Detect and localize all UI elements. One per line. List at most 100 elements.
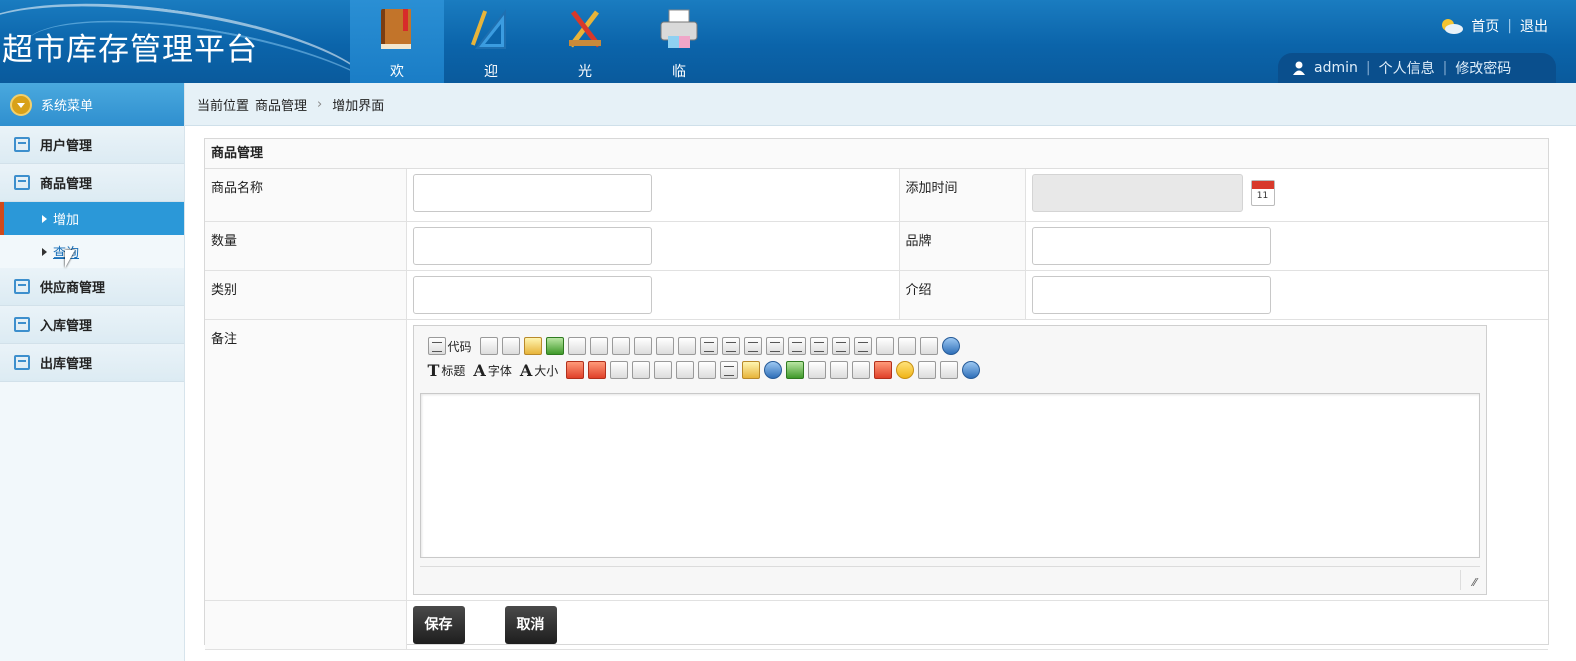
chat-icon — [14, 175, 30, 190]
unlink-icon[interactable] — [940, 361, 959, 379]
sidebar-subitem-add[interactable]: 增加 — [0, 202, 184, 235]
table-icon[interactable] — [808, 361, 827, 379]
bold-icon[interactable] — [610, 361, 629, 379]
edit-icon — [14, 279, 30, 294]
print-icon[interactable] — [567, 337, 586, 355]
undo-icon[interactable] — [523, 337, 542, 355]
intro-input[interactable] — [1031, 276, 1271, 314]
mouse-cursor-icon — [65, 250, 75, 268]
code-button[interactable]: 代码 — [427, 337, 472, 355]
horizontal-rule-icon[interactable] — [874, 361, 893, 379]
info-icon[interactable] — [962, 361, 981, 379]
time-icon[interactable] — [941, 337, 960, 355]
username: admin — [1314, 60, 1358, 76]
align-right-icon[interactable] — [743, 337, 762, 355]
nav-label: 临 — [672, 64, 686, 80]
sidebar-subitem-label: 增加 — [53, 213, 80, 228]
field-label-category: 类别 — [205, 270, 407, 320]
quantity-input[interactable] — [412, 227, 652, 265]
text-color-icon[interactable] — [566, 361, 585, 379]
size-button[interactable]: A 大小 — [520, 361, 558, 380]
change-password-link[interactable]: 修改密码 — [1455, 58, 1511, 78]
table-edit-icon[interactable] — [830, 361, 849, 379]
redo-icon[interactable] — [545, 337, 564, 355]
nav-item-welcome-2[interactable]: 迎 — [444, 0, 538, 83]
select-all-icon[interactable] — [720, 361, 739, 379]
brand-input[interactable] — [1031, 227, 1271, 265]
cut-icon[interactable] — [589, 337, 608, 355]
align-left-icon[interactable] — [699, 337, 718, 355]
field-label-note: 备注 — [205, 319, 407, 601]
cancel-button[interactable]: 取消 — [504, 606, 557, 644]
category-input[interactable] — [412, 276, 652, 314]
field-label-intro: 介绍 — [898, 270, 1026, 320]
search-icon[interactable] — [479, 337, 498, 355]
ordered-list-icon[interactable] — [787, 337, 806, 355]
product-name-input[interactable] — [412, 174, 652, 212]
strikethrough-icon[interactable] — [676, 361, 695, 379]
breadcrumb-prefix: 当前位置 — [197, 98, 250, 114]
paste-icon[interactable] — [633, 337, 652, 355]
calendar-icon[interactable]: 11 — [1250, 180, 1275, 206]
fullscreen-icon[interactable] — [501, 337, 520, 355]
paste-text-icon[interactable] — [655, 337, 674, 355]
heading-button[interactable]: T 标题 — [428, 361, 466, 380]
subscript-icon[interactable] — [875, 337, 894, 355]
sidebar-item-users[interactable]: 用户管理 — [0, 126, 184, 164]
heading-label: 标题 — [441, 363, 466, 378]
paste-word-icon[interactable] — [677, 337, 696, 355]
list-icon — [14, 137, 30, 152]
sidebar-item-label: 用户管理 — [40, 139, 93, 154]
sidebar-item-stock-in[interactable]: 入库管理 — [0, 306, 184, 344]
media-icon[interactable] — [786, 361, 805, 379]
sidebar-item-products[interactable]: 商品管理 — [0, 164, 184, 202]
nav-label: 迎 — [484, 64, 498, 80]
editor-content-area[interactable] — [419, 393, 1480, 558]
outdent-icon[interactable] — [853, 337, 872, 355]
profile-link[interactable]: 个人信息 — [1379, 58, 1435, 78]
eraser-icon[interactable] — [698, 361, 717, 379]
font-label: 字体 — [487, 363, 512, 378]
size-label: 大小 — [534, 363, 559, 378]
unordered-list-icon[interactable] — [809, 337, 828, 355]
special-char-icon[interactable] — [852, 361, 871, 379]
date-icon[interactable] — [919, 337, 938, 355]
panel-title: 商品管理 — [205, 139, 1548, 169]
italic-icon[interactable] — [632, 361, 651, 379]
nav-item-welcome-4[interactable]: 临 — [632, 0, 726, 83]
background-color-icon[interactable] — [588, 361, 607, 379]
copy-icon[interactable] — [611, 337, 630, 355]
resize-grip-icon[interactable] — [1459, 570, 1480, 590]
menu-toggle-icon[interactable] — [10, 93, 32, 116]
underline-icon[interactable] — [654, 361, 673, 379]
sidebar-subitem-query[interactable]: 查询 — [0, 235, 184, 268]
code-label: 代码 — [447, 339, 472, 354]
nav-item-welcome-1[interactable]: 欢 — [350, 0, 444, 83]
image-icon[interactable] — [742, 361, 761, 379]
sidebar-item-stock-out[interactable]: 出库管理 — [0, 344, 184, 382]
font-button[interactable]: A 字体 — [473, 361, 511, 380]
link-icon[interactable] — [918, 361, 937, 379]
align-justify-icon[interactable] — [765, 337, 784, 355]
indent-icon[interactable] — [831, 337, 850, 355]
app-logo: 超市库存管理平台 — [2, 32, 258, 68]
breadcrumb-section[interactable]: 商品管理 — [255, 95, 307, 114]
home-link[interactable]: 首页 — [1471, 16, 1499, 36]
top-links: 首页 | 退出 — [1439, 16, 1548, 36]
emoticon-icon[interactable] — [896, 361, 915, 379]
align-center-icon[interactable] — [721, 337, 740, 355]
field-label-time: 添加时间 — [898, 169, 1026, 222]
user-icon — [1293, 61, 1305, 75]
add-time-input[interactable] — [1031, 174, 1243, 212]
nav-item-welcome-3[interactable]: 光 — [538, 0, 632, 83]
logout-link[interactable]: 退出 — [1520, 16, 1548, 36]
sidebar-item-suppliers[interactable]: 供应商管理 — [0, 268, 184, 306]
sidebar-item-label: 入库管理 — [40, 319, 93, 334]
editor-status-bar — [419, 566, 1480, 592]
save-button[interactable]: 保存 — [412, 606, 465, 644]
ruler-icon — [471, 9, 506, 49]
flash-icon[interactable] — [764, 361, 783, 379]
superscript-icon[interactable] — [897, 337, 916, 355]
sidebar-item-label: 商品管理 — [40, 177, 93, 192]
user-bar: admin | 个人信息 | 修改密码 — [1278, 53, 1556, 83]
